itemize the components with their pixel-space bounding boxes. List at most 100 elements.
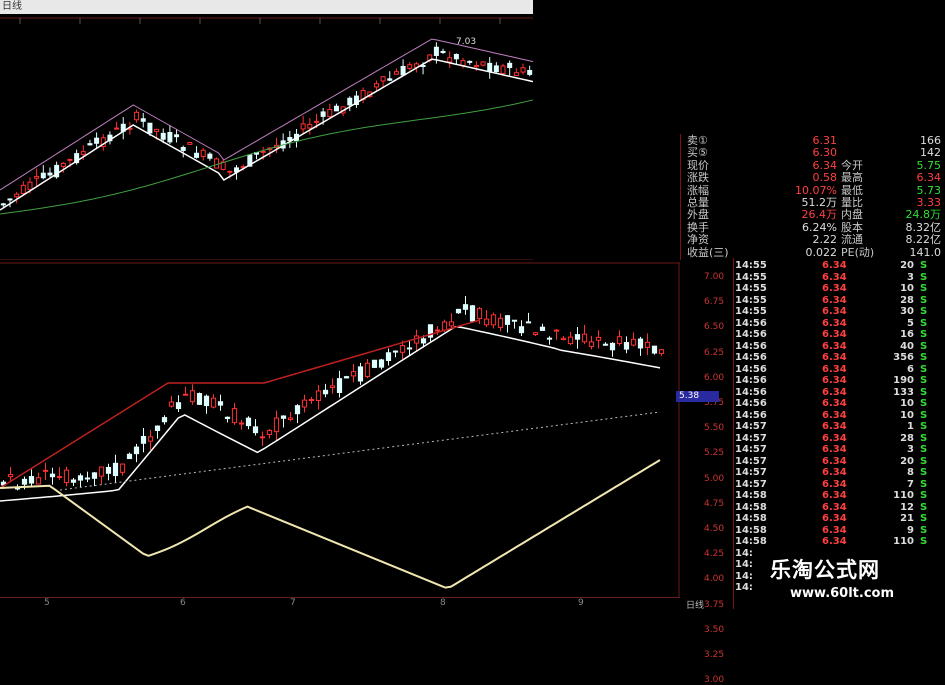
candle bbox=[511, 319, 518, 322]
quote-cell: 涨跌 bbox=[687, 171, 709, 185]
tick-cell: 6.34 bbox=[822, 444, 847, 455]
candle bbox=[574, 334, 581, 340]
quote-row: 净资 2.22 流通 8.22亿 bbox=[681, 233, 945, 246]
tick-cell: 14:58 bbox=[735, 536, 767, 547]
tick-cell: S bbox=[920, 271, 928, 283]
candle bbox=[385, 352, 392, 361]
candle bbox=[70, 479, 77, 483]
tick-cell: 14:56 bbox=[735, 352, 767, 363]
tick-cell: 40 bbox=[900, 340, 914, 352]
candle bbox=[525, 321, 532, 324]
axis-tick-label: 4.75 bbox=[704, 498, 725, 509]
candle bbox=[467, 60, 473, 63]
quote-cell: 0.022 bbox=[805, 245, 838, 259]
quote-cell: 24.8万 bbox=[905, 208, 942, 222]
quote-cell: 最低 bbox=[841, 183, 863, 197]
tick-cell: 110 bbox=[893, 490, 914, 501]
tick-cell: 6.34 bbox=[822, 467, 847, 478]
candle bbox=[266, 429, 273, 436]
tick-cell: 14:56 bbox=[735, 398, 767, 409]
quote-cell: 3.33 bbox=[916, 196, 942, 209]
main-chart-svg[interactable] bbox=[0, 258, 680, 598]
quote-row: 卖① 6.31 166 bbox=[681, 134, 945, 147]
candle bbox=[616, 336, 623, 344]
candle bbox=[207, 153, 213, 159]
candle bbox=[280, 415, 287, 419]
date-label: 5 bbox=[44, 598, 50, 608]
tick-cell: S bbox=[920, 409, 928, 421]
candle bbox=[350, 371, 357, 377]
candle bbox=[147, 122, 153, 134]
candle bbox=[546, 337, 553, 340]
candle bbox=[196, 393, 203, 405]
tick-cell: S bbox=[920, 501, 928, 513]
tick-row: 14:56 6.34 356 S bbox=[734, 352, 945, 364]
candle bbox=[440, 50, 446, 54]
candle bbox=[623, 342, 630, 350]
candle bbox=[567, 336, 574, 345]
tick-row: 14:55 6.34 28 S bbox=[734, 295, 945, 307]
candle bbox=[119, 463, 126, 473]
tick-cell: S bbox=[920, 513, 928, 524]
candle bbox=[315, 390, 322, 401]
tick-cell: 20 bbox=[900, 260, 914, 271]
candle bbox=[189, 390, 196, 403]
candle bbox=[147, 436, 154, 442]
top-candlestick-chart[interactable]: 7.03 bbox=[0, 14, 533, 260]
quote-cell: 141.0 bbox=[909, 245, 942, 259]
tick-row: 14:57 6.34 1 S bbox=[734, 421, 945, 433]
candle bbox=[333, 105, 339, 112]
tick-cell: 14:57 bbox=[735, 467, 767, 478]
candle bbox=[21, 478, 28, 485]
tick-cell: 6.34 bbox=[822, 490, 847, 501]
quote-row: 买⑤ 6.30 142 bbox=[681, 146, 945, 159]
quote-cell: 今开 bbox=[841, 158, 863, 172]
tick-cell: S bbox=[920, 386, 928, 398]
tick-row: 14:58 6.34 110 S bbox=[734, 536, 945, 548]
candle bbox=[500, 65, 506, 75]
candle bbox=[637, 338, 644, 349]
candle bbox=[527, 69, 533, 75]
candle bbox=[259, 436, 266, 439]
tick-row: 14:57 6.34 20 S bbox=[734, 456, 945, 468]
quote-cell: 8.32亿 bbox=[905, 220, 942, 234]
candle bbox=[231, 408, 238, 424]
candle bbox=[227, 170, 233, 173]
candle bbox=[322, 389, 329, 395]
candle bbox=[91, 472, 98, 479]
candle bbox=[595, 336, 602, 341]
ma-line bbox=[0, 99, 533, 215]
candle bbox=[513, 72, 519, 77]
tick-cell: 14:57 bbox=[735, 444, 767, 455]
candle bbox=[493, 65, 499, 73]
tick-cell: 10 bbox=[900, 398, 914, 409]
candle bbox=[238, 422, 245, 425]
axis-tick-label: 5.25 bbox=[704, 448, 725, 459]
tick-cell: 16 bbox=[900, 329, 914, 340]
tick-cell: S bbox=[920, 421, 928, 432]
candle bbox=[168, 401, 175, 407]
candle bbox=[94, 137, 100, 144]
tick-cell: 6.34 bbox=[822, 283, 847, 294]
watermark: 乐淘公式网 www.60lt.com bbox=[750, 552, 945, 609]
axis-tick-label: 3.75 bbox=[704, 599, 725, 610]
tick-cell: 14:57 bbox=[735, 432, 767, 444]
top-chart-window[interactable]: 日线 7.03 bbox=[0, 0, 533, 260]
tick-row: 14:56 6.34 6 S bbox=[734, 364, 945, 376]
tick-cell: 6.34 bbox=[822, 455, 847, 467]
candle bbox=[126, 453, 133, 460]
candle bbox=[378, 359, 385, 368]
tick-cell: S bbox=[920, 455, 928, 467]
candle bbox=[497, 317, 504, 328]
tick-cell: S bbox=[920, 363, 928, 375]
window-titlebar[interactable]: 日线 bbox=[0, 0, 533, 14]
crosshair-price-tag: 5.38 bbox=[676, 391, 719, 402]
candle bbox=[154, 425, 161, 431]
period-label[interactable]: 日线 bbox=[686, 598, 704, 611]
date-label: 6 bbox=[180, 598, 186, 608]
candle bbox=[473, 65, 479, 68]
candle bbox=[392, 350, 399, 353]
candle bbox=[453, 53, 459, 60]
tick-cell: S bbox=[920, 317, 928, 329]
main-candlestick-chart[interactable] bbox=[0, 258, 680, 598]
